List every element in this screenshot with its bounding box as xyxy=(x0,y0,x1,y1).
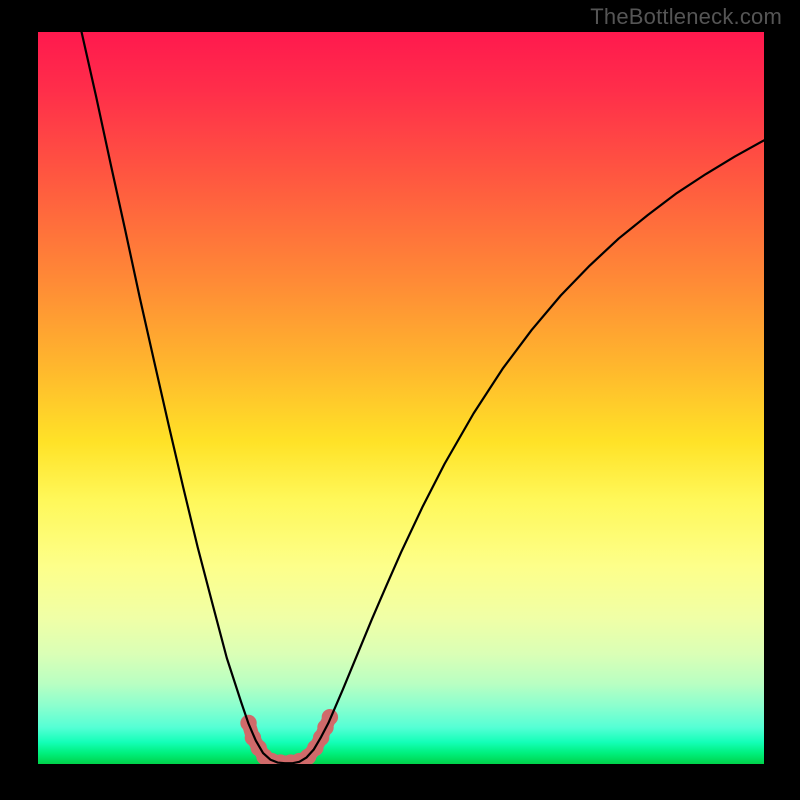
curve-layer xyxy=(38,32,764,764)
plot-area xyxy=(38,32,764,764)
bottleneck-curve-path xyxy=(82,32,764,763)
watermark-text: TheBottleneck.com xyxy=(590,4,782,30)
chart-container: TheBottleneck.com xyxy=(0,0,800,800)
